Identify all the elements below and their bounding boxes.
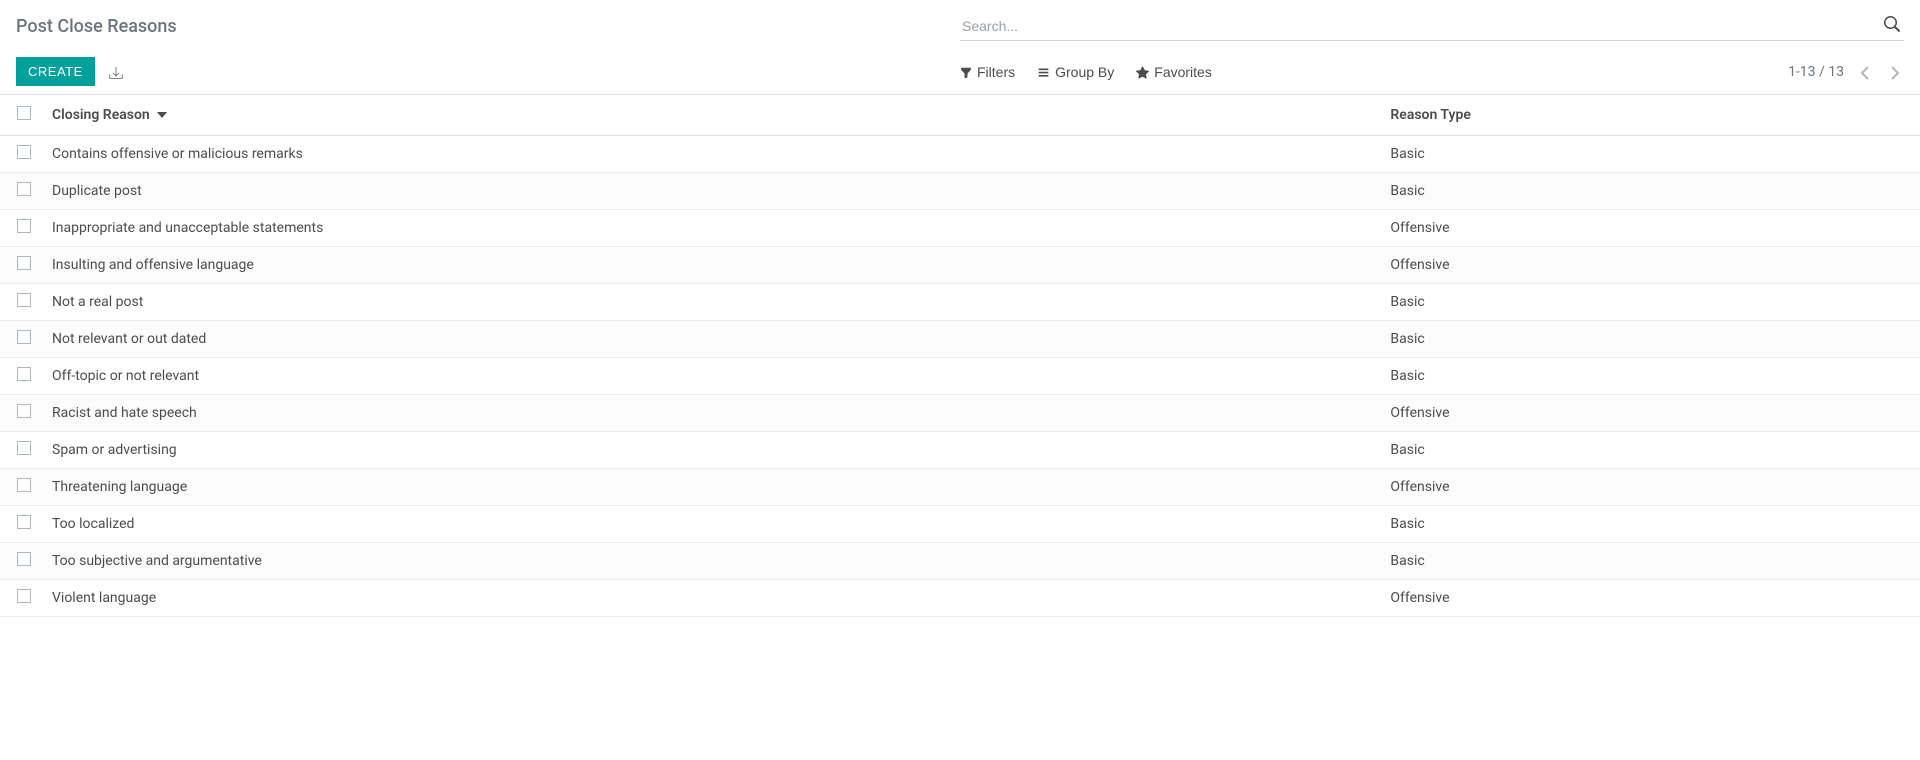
filters-label: Filters	[977, 64, 1015, 80]
cell-closing-reason: Racist and hate speech	[44, 395, 1382, 432]
caret-down-icon	[157, 107, 167, 123]
search-icon[interactable]	[1884, 16, 1900, 32]
page-title: Post Close Reasons	[16, 12, 177, 37]
cell-reason-type: Offensive	[1382, 580, 1920, 617]
cell-reason-type: Basic	[1382, 321, 1920, 358]
row-checkbox[interactable]	[17, 145, 31, 159]
row-checkbox[interactable]	[17, 515, 31, 529]
cell-closing-reason: Inappropriate and unacceptable statement…	[44, 210, 1382, 247]
row-checkbox[interactable]	[17, 293, 31, 307]
cell-reason-type: Offensive	[1382, 469, 1920, 506]
cell-reason-type: Offensive	[1382, 395, 1920, 432]
cell-reason-type: Basic	[1382, 358, 1920, 395]
row-checkbox[interactable]	[17, 330, 31, 344]
row-checkbox[interactable]	[17, 219, 31, 233]
search-input[interactable]	[960, 12, 1904, 41]
cell-closing-reason: Not a real post	[44, 284, 1382, 321]
cell-closing-reason: Off-topic or not relevant	[44, 358, 1382, 395]
table-row[interactable]: Threatening languageOffensive	[0, 469, 1920, 506]
cell-closing-reason: Insulting and offensive language	[44, 247, 1382, 284]
cell-closing-reason: Not relevant or out dated	[44, 321, 1382, 358]
cell-closing-reason: Contains offensive or malicious remarks	[44, 136, 1382, 173]
search-container	[960, 12, 1904, 41]
cell-reason-type: Basic	[1382, 543, 1920, 580]
pager-range: 1-13 / 13	[1788, 64, 1844, 80]
favorites-button[interactable]: Favorites	[1136, 64, 1212, 80]
table-row[interactable]: Too localizedBasic	[0, 506, 1920, 543]
cell-closing-reason: Too localized	[44, 506, 1382, 543]
table-row[interactable]: Violent languageOffensive	[0, 580, 1920, 617]
row-checkbox[interactable]	[17, 367, 31, 381]
row-checkbox[interactable]	[17, 478, 31, 492]
row-checkbox[interactable]	[17, 552, 31, 566]
list-icon	[1037, 64, 1050, 80]
cell-reason-type: Offensive	[1382, 210, 1920, 247]
column-header-closing-reason[interactable]: Closing Reason	[44, 95, 1382, 136]
close-reasons-table: Closing Reason Reason Type Contains offe…	[0, 95, 1920, 617]
row-checkbox[interactable]	[17, 256, 31, 270]
cell-reason-type: Basic	[1382, 432, 1920, 469]
table-row[interactable]: Too subjective and argumentativeBasic	[0, 543, 1920, 580]
table-row[interactable]: Off-topic or not relevantBasic	[0, 358, 1920, 395]
table-row[interactable]: Inappropriate and unacceptable statement…	[0, 210, 1920, 247]
filter-icon	[960, 64, 972, 80]
table-row[interactable]: Spam or advertisingBasic	[0, 432, 1920, 469]
row-checkbox[interactable]	[17, 404, 31, 418]
row-checkbox[interactable]	[17, 441, 31, 455]
groupby-label: Group By	[1055, 64, 1114, 80]
table-row[interactable]: Contains offensive or malicious remarksB…	[0, 136, 1920, 173]
cell-closing-reason: Duplicate post	[44, 173, 1382, 210]
cell-reason-type: Basic	[1382, 136, 1920, 173]
cell-reason-type: Basic	[1382, 284, 1920, 321]
cell-closing-reason: Spam or advertising	[44, 432, 1382, 469]
select-all-checkbox[interactable]	[17, 106, 31, 120]
row-checkbox[interactable]	[17, 589, 31, 603]
table-row[interactable]: Not a real postBasic	[0, 284, 1920, 321]
cell-closing-reason: Threatening language	[44, 469, 1382, 506]
groupby-button[interactable]: Group By	[1037, 64, 1114, 80]
pager-prev-button[interactable]	[1856, 60, 1874, 83]
cell-reason-type: Basic	[1382, 173, 1920, 210]
pager-next-button[interactable]	[1886, 60, 1904, 83]
cell-closing-reason: Violent language	[44, 580, 1382, 617]
cell-closing-reason: Too subjective and argumentative	[44, 543, 1382, 580]
table-row[interactable]: Racist and hate speechOffensive	[0, 395, 1920, 432]
column-header-reason-type[interactable]: Reason Type	[1382, 95, 1920, 136]
favorites-label: Favorites	[1154, 64, 1212, 80]
row-checkbox[interactable]	[17, 182, 31, 196]
cell-reason-type: Offensive	[1382, 247, 1920, 284]
download-icon[interactable]	[109, 63, 123, 81]
create-button[interactable]: Create	[16, 57, 95, 86]
table-row[interactable]: Not relevant or out datedBasic	[0, 321, 1920, 358]
table-row[interactable]: Duplicate postBasic	[0, 173, 1920, 210]
cell-reason-type: Basic	[1382, 506, 1920, 543]
star-icon	[1136, 64, 1149, 80]
table-row[interactable]: Insulting and offensive languageOffensiv…	[0, 247, 1920, 284]
filters-button[interactable]: Filters	[960, 64, 1015, 80]
